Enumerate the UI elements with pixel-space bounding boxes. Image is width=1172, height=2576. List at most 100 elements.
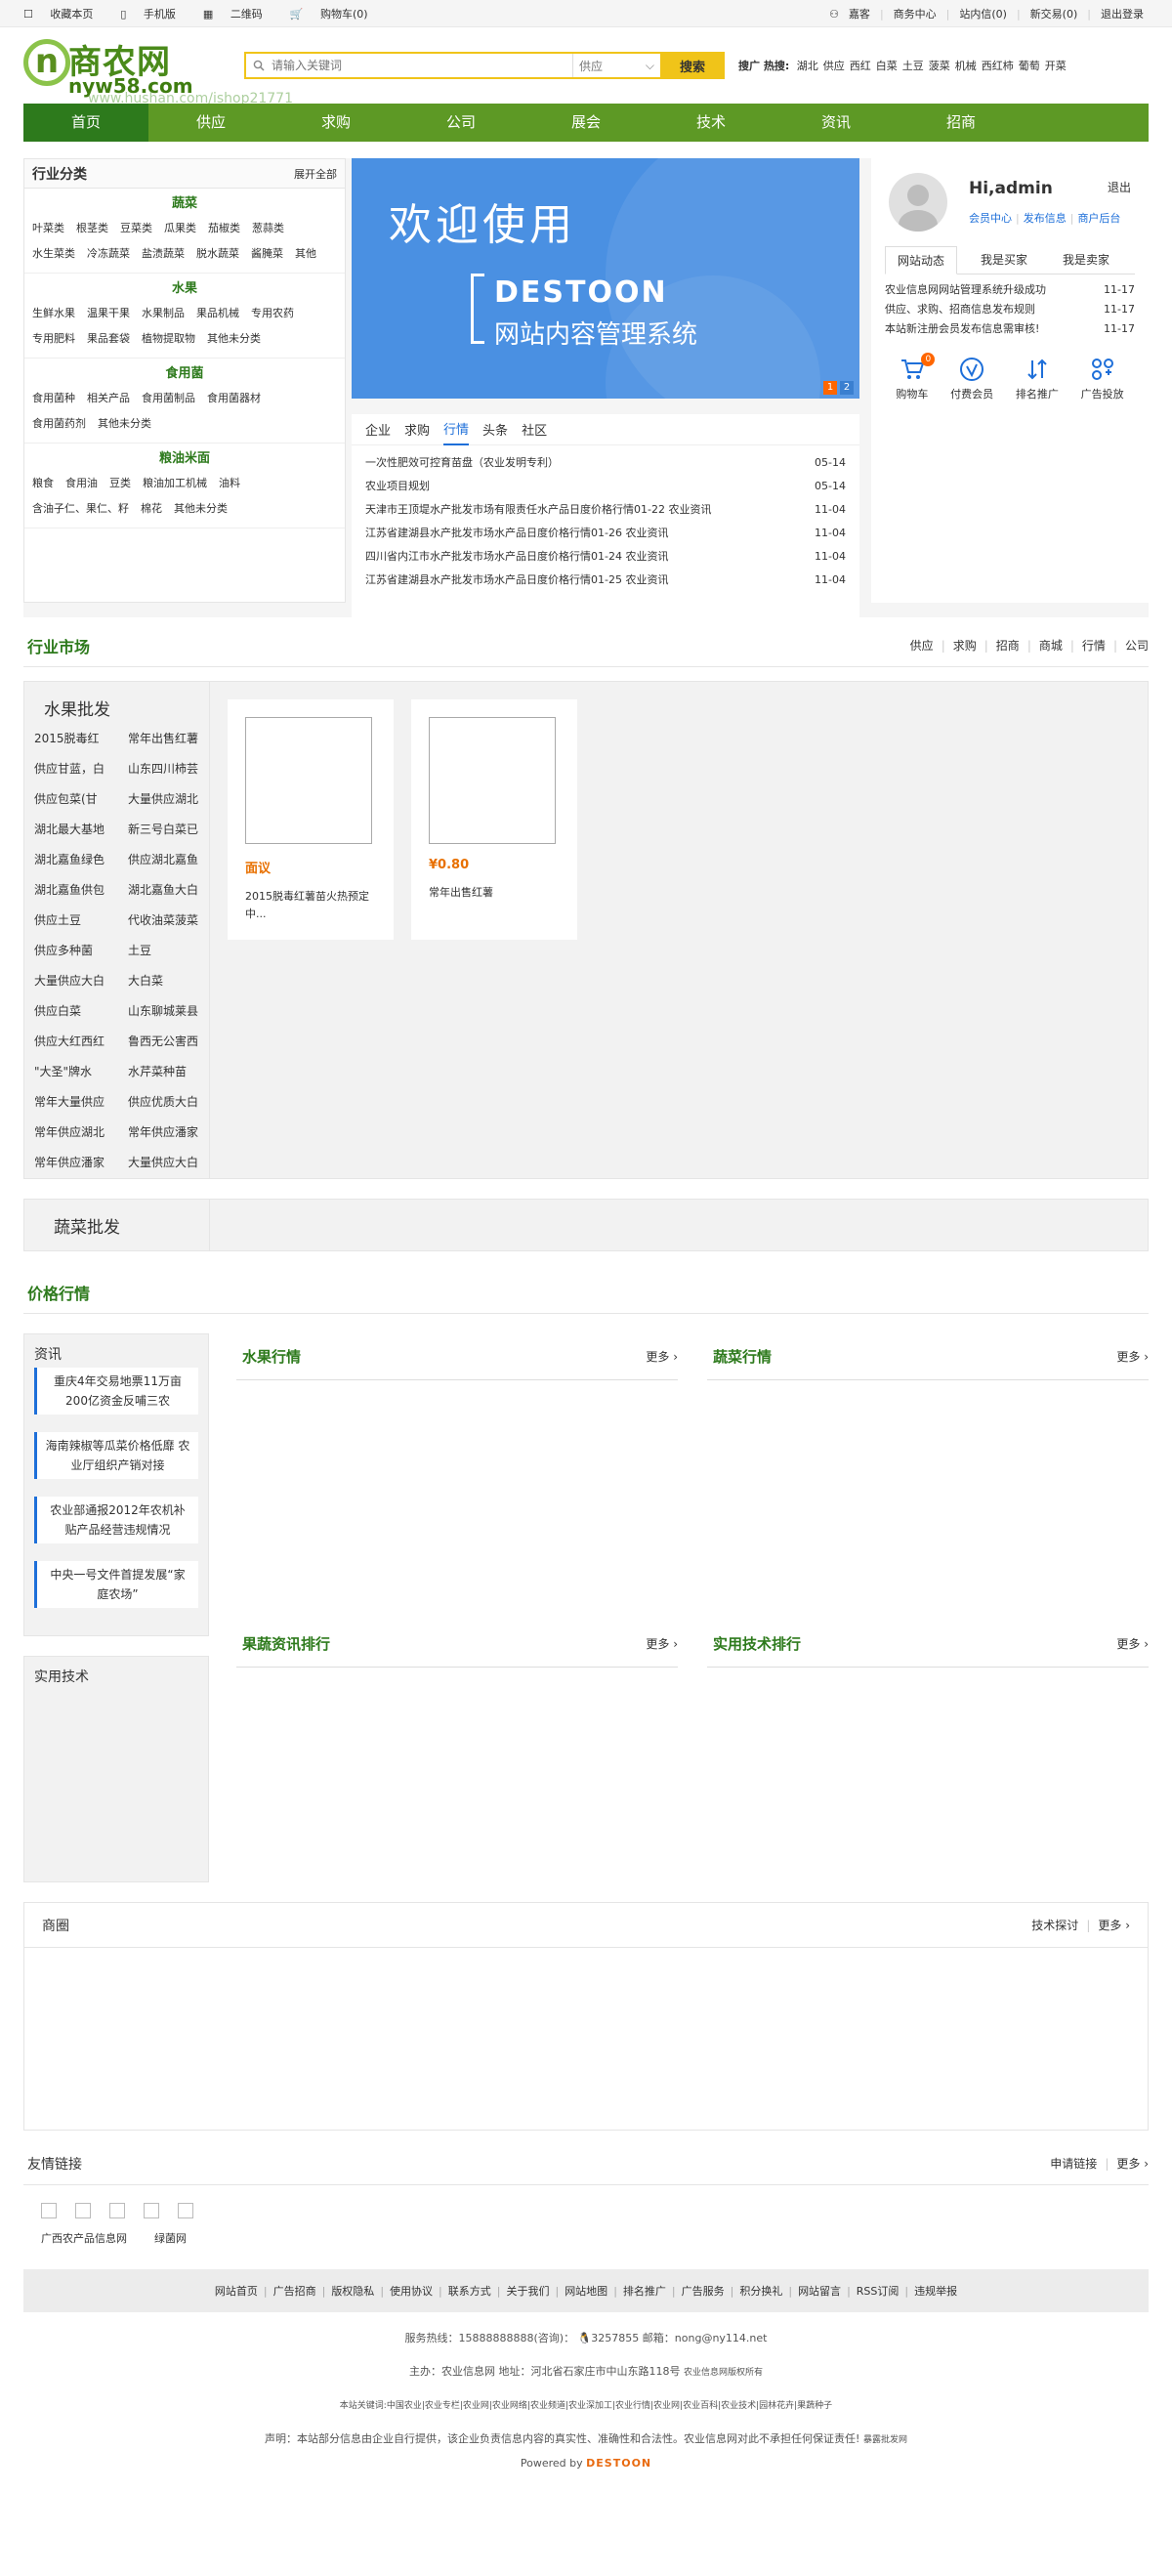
category-group-name[interactable]: 蔬菜 xyxy=(32,192,337,216)
footer-qq[interactable]: 3257855 xyxy=(591,2332,639,2344)
hot-word[interactable]: 西红柿 xyxy=(982,60,1014,72)
news-tab[interactable]: 社区 xyxy=(522,414,547,444)
footer-nav-link[interactable]: 版权隐私 xyxy=(331,2283,374,2299)
friend-logo[interactable] xyxy=(144,2203,159,2218)
price-column-title[interactable]: 蔬菜行情 xyxy=(713,1346,772,1367)
price-news-item[interactable]: 重庆4年交易地票11万亩 200亿资金反哺三农 xyxy=(34,1368,198,1415)
footer-nav-link[interactable]: 违规举报 xyxy=(914,2283,957,2299)
friend-link-text[interactable]: 广西农产品信息网 xyxy=(41,2230,127,2246)
hot-word[interactable]: 机械 xyxy=(955,60,977,72)
market-link[interactable]: 招商 xyxy=(996,639,1020,653)
category-item[interactable]: 温果干果 xyxy=(87,301,130,326)
product-card[interactable]: 面议 2015脱毒红薯苗火热预定中... xyxy=(228,699,394,940)
category-item[interactable]: 水果制品 xyxy=(142,301,185,326)
category-item[interactable]: 冷冻蔬菜 xyxy=(87,241,130,267)
category-item[interactable]: 水生菜类 xyxy=(32,241,75,267)
banner-page-2[interactable]: 2 xyxy=(840,381,854,395)
category-item[interactable]: 茄椒类 xyxy=(208,216,240,241)
fruit-item[interactable]: 山东聊城莱县 xyxy=(128,996,210,1027)
fruit-item[interactable]: 常年供应湖北 xyxy=(34,1118,128,1148)
fruit-item[interactable]: 土豆 xyxy=(128,936,210,966)
category-item[interactable]: 粮食 xyxy=(32,471,54,496)
user-link[interactable]: 会员中心 xyxy=(969,212,1012,225)
topbar-link-1[interactable]: ▯ 手机版 xyxy=(120,8,189,21)
category-group-name[interactable]: 粮油米面 xyxy=(32,447,337,471)
category-item[interactable]: 酱腌菜 xyxy=(251,241,283,267)
category-item[interactable]: 植物提取物 xyxy=(142,326,195,352)
category-item[interactable]: 生鲜水果 xyxy=(32,301,75,326)
footer-nav-link[interactable]: 网站留言 xyxy=(798,2283,841,2299)
category-item[interactable]: 根茎类 xyxy=(76,216,108,241)
category-item[interactable]: 专用农药 xyxy=(251,301,294,326)
fruit-item[interactable]: 湖北最大基地 xyxy=(34,815,128,845)
hot-word[interactable]: 西红 xyxy=(850,60,871,72)
category-item[interactable]: 其他未分类 xyxy=(98,411,151,437)
product-name[interactable]: 常年出售红薯 xyxy=(429,884,560,902)
topbar-right-link-0[interactable]: 嘉客 xyxy=(849,8,870,21)
user-news-item[interactable]: 本站新注册会员发布信息需审核! 11-17 xyxy=(885,319,1135,339)
footer-statement-link[interactable]: 暴露批发网 xyxy=(863,2435,907,2445)
category-item[interactable]: 葱蒜类 xyxy=(252,216,284,241)
category-item[interactable]: 食用菌制品 xyxy=(142,386,195,411)
footer-nav-link[interactable]: 联系方式 xyxy=(448,2283,491,2299)
hot-word[interactable]: 葡萄 xyxy=(1019,60,1040,72)
apply-link[interactable]: 申请链接 xyxy=(1050,2157,1097,2171)
category-item[interactable]: 脱水蔬菜 xyxy=(196,241,239,267)
price-column-title[interactable]: 水果行情 xyxy=(242,1346,301,1367)
category-item[interactable]: 其他未分类 xyxy=(207,326,261,352)
fruit-item[interactable]: 新三号白菜已 xyxy=(128,815,210,845)
nav-item-0[interactable]: 首页 xyxy=(23,104,148,142)
user-tab[interactable]: 我是卖家 xyxy=(1051,246,1121,274)
user-link[interactable]: 商户后台 xyxy=(1077,212,1120,225)
category-group-name[interactable]: 食用菌 xyxy=(32,362,337,386)
hot-word[interactable]: 土豆 xyxy=(902,60,924,72)
footer-nav-link[interactable]: 网站首页 xyxy=(215,2283,258,2299)
fruit-item[interactable]: 供应多种菌 xyxy=(34,936,128,966)
fruit-item[interactable]: 供应湖北嘉鱼 xyxy=(128,845,210,875)
category-item[interactable]: 专用肥料 xyxy=(32,326,75,352)
fruit-item[interactable]: 供应大红西红 xyxy=(34,1027,128,1057)
friend-link-text[interactable]: 绿菌网 xyxy=(154,2230,187,2246)
fruit-item[interactable]: 大量供应大白 xyxy=(128,1148,210,1178)
category-item[interactable]: 食用油 xyxy=(65,471,98,496)
news-item[interactable]: 四川省内江市水产批发市场水产品日度价格行情01-24 农业资讯 11-04 xyxy=(365,545,846,569)
news-item[interactable]: 江苏省建湖县水产批发市场水产品日度价格行情01-26 农业资讯 11-04 xyxy=(365,522,846,545)
hot-word[interactable]: 白菜 xyxy=(876,60,898,72)
nav-item-5[interactable]: 技术 xyxy=(649,104,774,142)
category-item[interactable]: 瓜果类 xyxy=(164,216,196,241)
category-item[interactable]: 叶菜类 xyxy=(32,216,64,241)
price-news-item[interactable]: 海南辣椒等瓜菜价格低靡 农业厅组织产销对接 xyxy=(34,1432,198,1479)
more-link[interactable]: 更多 › xyxy=(646,1635,678,1652)
topbar-right-link-2[interactable]: 站内信(0) xyxy=(959,8,1007,21)
fruit-item[interactable]: "大圣"牌水 xyxy=(34,1057,128,1087)
user-tab[interactable]: 网站动态 xyxy=(885,246,958,274)
friend-more-link[interactable]: 更多 › xyxy=(1116,2157,1149,2171)
hot-word[interactable]: 开菜 xyxy=(1045,60,1067,72)
fruit-item[interactable]: 2015脱毒红 xyxy=(34,724,128,754)
fruit-item[interactable]: 湖北嘉鱼绿色 xyxy=(34,845,128,875)
fruit-item[interactable]: 常年供应潘家 xyxy=(34,1148,128,1178)
nav-item-7[interactable]: 招商 xyxy=(899,104,1024,142)
fruit-item[interactable]: 山东四川柿芸 xyxy=(128,754,210,784)
fruit-item[interactable]: 大白菜 xyxy=(128,966,210,996)
product-image[interactable] xyxy=(429,717,556,844)
category-item[interactable]: 豆类 xyxy=(109,471,131,496)
site-logo[interactable]: n 商农网 nyw58.com xyxy=(23,35,209,98)
footer-nav-link[interactable]: 积分换礼 xyxy=(739,2283,782,2299)
tech-discuss-link[interactable]: 技术探讨 xyxy=(1031,1919,1078,1932)
topbar-right-link-4[interactable]: 退出登录 xyxy=(1101,8,1144,21)
user-news-item[interactable]: 供应、求购、招商信息发布规则 11-17 xyxy=(885,300,1135,319)
topbar-right-link-1[interactable]: 商务中心 xyxy=(894,8,937,21)
topbar-right-link-3[interactable]: 新交易(0) xyxy=(1030,8,1078,21)
market-link[interactable]: 求购 xyxy=(953,639,977,653)
user-news-item[interactable]: 农业信息网网站管理系统升级成功 11-17 xyxy=(885,280,1135,300)
category-item[interactable]: 油料 xyxy=(219,471,240,496)
market-link[interactable]: 供应 xyxy=(910,639,934,653)
friend-logo[interactable] xyxy=(41,2203,57,2218)
news-tab[interactable]: 行情 xyxy=(443,413,470,445)
news-item[interactable]: 农业项目规划 05-14 xyxy=(365,475,846,498)
fruit-item[interactable]: 水芹菜种苗 xyxy=(128,1057,210,1087)
footer-nav-link[interactable]: 广告招商 xyxy=(273,2283,316,2299)
category-item[interactable]: 含油子仁、果仁、籽 xyxy=(32,496,129,522)
nav-item-4[interactable]: 展会 xyxy=(523,104,649,142)
